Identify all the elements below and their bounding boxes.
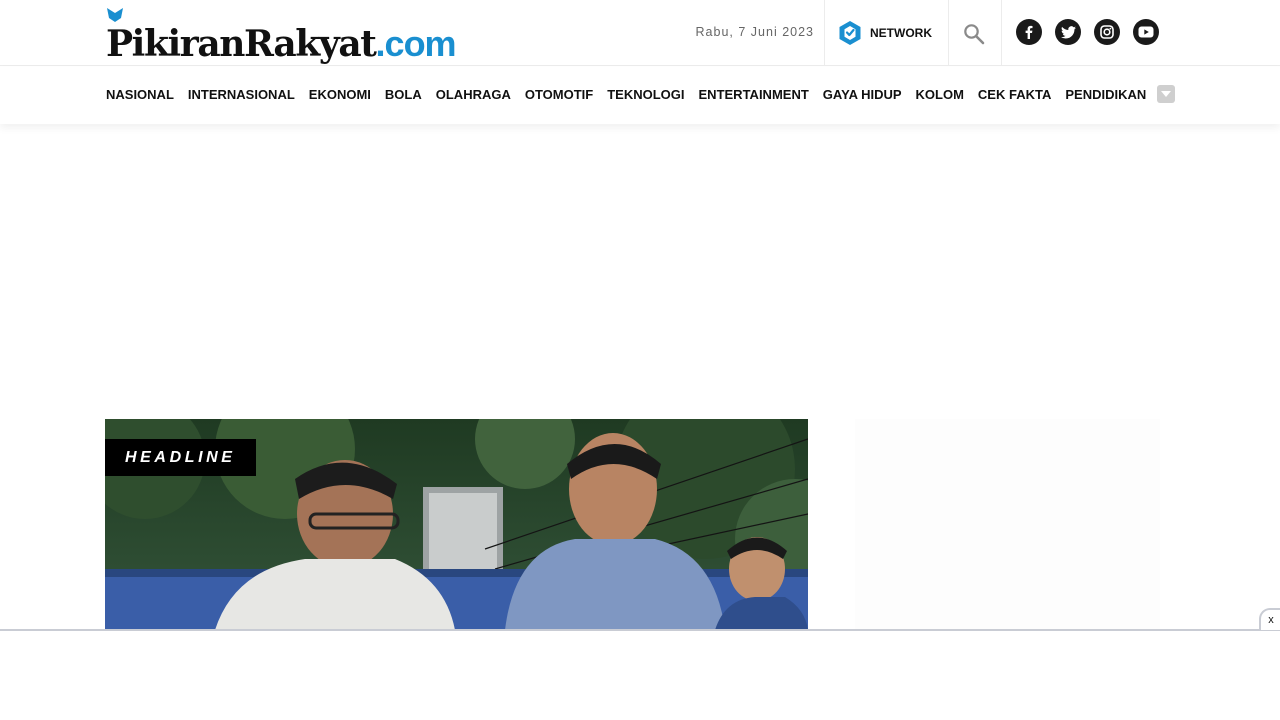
headline-image[interactable]: HEADLINE	[105, 419, 808, 630]
nav-item-olahraga[interactable]: OLAHRAGA	[436, 87, 511, 102]
nav-item-entertainment[interactable]: ENTERTAINMENT	[699, 87, 809, 102]
logo-bird-icon	[107, 8, 123, 22]
close-icon: x	[1268, 614, 1274, 626]
instagram-link[interactable]	[1094, 19, 1120, 45]
header-divider	[1001, 0, 1002, 66]
sidebar-ad-slot	[855, 419, 1160, 630]
nav-item-bola[interactable]: BOLA	[385, 87, 422, 102]
search-icon	[964, 24, 985, 45]
social-links	[1016, 19, 1159, 45]
logo-suffix: .	[375, 23, 386, 64]
network-button[interactable]: NETWORK	[838, 18, 932, 48]
search-button[interactable]	[960, 20, 988, 48]
logo-text: PikiranRakyat.com	[106, 23, 457, 65]
headline-badge-label: HEADLINE	[125, 448, 236, 466]
nav-items: NASIONAL INTERNASIONAL EKONOMI BOLA OLAH…	[106, 87, 1146, 102]
close-ad-button[interactable]: x	[1259, 608, 1280, 630]
network-label: NETWORK	[870, 26, 932, 40]
header-divider	[824, 0, 825, 66]
site-header: PikiranRakyat.com Rabu, 7 Juni 2023 NETW…	[0, 0, 1280, 66]
logo-suffix-text: com	[384, 23, 457, 64]
headline-badge: HEADLINE	[105, 439, 256, 476]
twitter-icon	[1060, 25, 1076, 38]
top-ad-slot	[160, 140, 1120, 390]
twitter-link[interactable]	[1055, 19, 1081, 45]
site-logo[interactable]: PikiranRakyat.com	[106, 6, 458, 62]
nav-item-gaya-hidup[interactable]: GAYA HIDUP	[823, 87, 902, 102]
nav-item-internasional[interactable]: INTERNASIONAL	[188, 87, 295, 102]
sticky-bottom-ad	[0, 629, 1280, 720]
facebook-link[interactable]	[1016, 19, 1042, 45]
nav-item-teknologi[interactable]: TEKNOLOGI	[607, 87, 684, 102]
nav-more-button[interactable]	[1157, 85, 1175, 103]
header-divider	[948, 0, 949, 66]
nav-item-nasional[interactable]: NASIONAL	[106, 87, 174, 102]
nav-item-ekonomi[interactable]: EKONOMI	[309, 87, 371, 102]
youtube-link[interactable]	[1133, 19, 1159, 45]
facebook-icon	[1025, 25, 1033, 39]
nav-item-cek-fakta[interactable]: CEK FAKTA	[978, 87, 1051, 102]
current-date: Rabu, 7 Juni 2023	[695, 25, 814, 39]
instagram-icon	[1100, 25, 1114, 39]
youtube-icon	[1138, 26, 1154, 38]
nav-item-otomotif[interactable]: OTOMOTIF	[525, 87, 593, 102]
hexagon-logo-icon	[839, 21, 861, 45]
nav-item-pendidikan[interactable]: PENDIDIKAN	[1065, 87, 1146, 102]
chevron-down-icon	[1161, 91, 1171, 97]
nav-item-kolom[interactable]: KOLOM	[916, 87, 964, 102]
category-nav: NASIONAL INTERNASIONAL EKONOMI BOLA OLAH…	[0, 67, 1280, 124]
